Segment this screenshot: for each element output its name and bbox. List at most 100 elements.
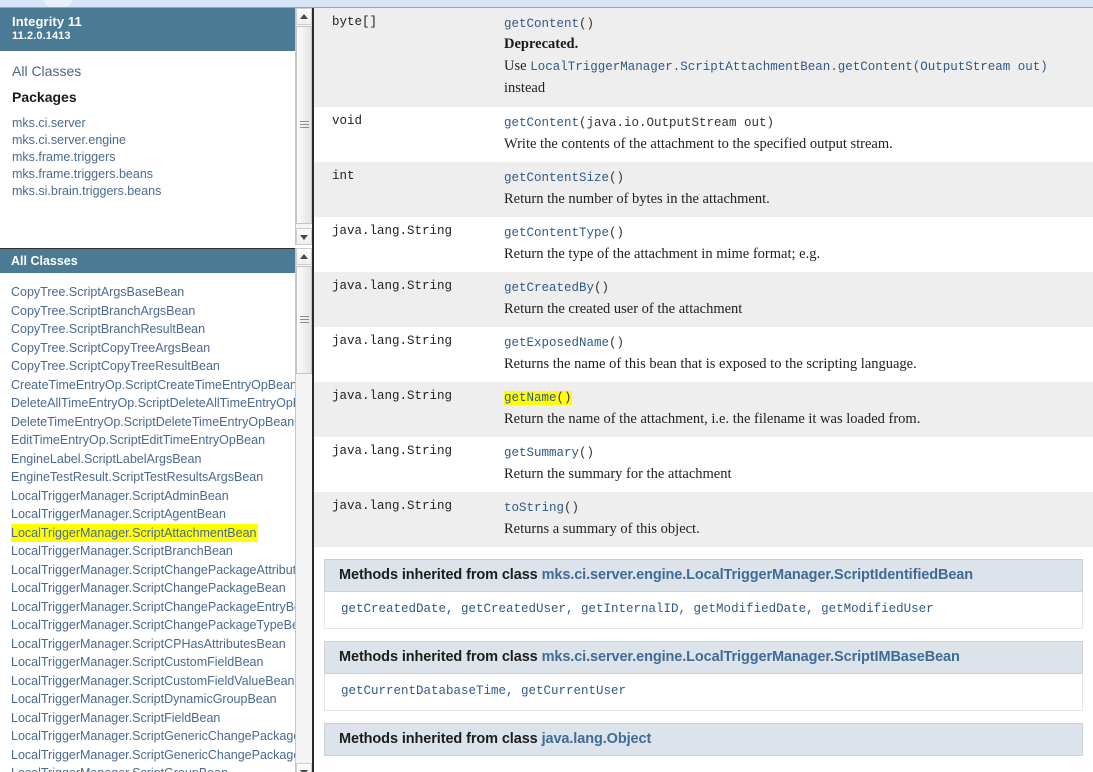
class-link[interactable]: CopyTree.ScriptCopyTreeArgsBean [11, 339, 295, 358]
inherited-header-prefix: Methods inherited from class [339, 567, 542, 583]
class-link[interactable]: LocalTriggerManager.ScriptChangePackageT… [11, 616, 295, 635]
class-link[interactable]: LocalTriggerManager.ScriptCPHasAttribute… [11, 635, 295, 654]
method-signature[interactable]: getContentSize() [504, 169, 1081, 187]
class-link[interactable]: LocalTriggerManager.ScriptGroupBean [11, 764, 295, 772]
class-link[interactable]: CopyTree.ScriptCopyTreeResultBean [11, 357, 295, 376]
method-name-link[interactable]: getSummary [504, 446, 579, 460]
class-link[interactable]: LocalTriggerManager.ScriptChangePackageB… [11, 579, 295, 598]
class-list-item[interactable]: LocalTriggerManager.ScriptChangePackageB… [11, 579, 295, 598]
class-link[interactable]: LocalTriggerManager.ScriptCustomFieldBea… [11, 653, 295, 672]
all-classes-header: All Classes [0, 248, 295, 273]
inherited-class-link[interactable]: mks.ci.server.engine.LocalTriggerManager… [542, 567, 973, 583]
inherited-class-link[interactable]: java.lang.Object [542, 731, 652, 747]
method-signature[interactable]: getCreatedBy() [504, 279, 1081, 297]
inherited-class-link[interactable]: mks.ci.server.engine.LocalTriggerManager… [542, 649, 960, 665]
method-name-link[interactable]: getContentType [504, 226, 609, 240]
packages-scroll-thumb[interactable] [296, 26, 312, 224]
class-list-item[interactable]: LocalTriggerManager.ScriptAttachmentBean [11, 524, 295, 543]
browser-tab-stub[interactable] [44, 0, 72, 7]
package-link[interactable]: mks.ci.server.engine [12, 132, 283, 149]
method-return-type: void [314, 107, 500, 162]
class-link[interactable]: LocalTriggerManager.ScriptGenericChangeP… [11, 727, 295, 746]
class-link[interactable]: CreateTimeEntryOp.ScriptCreateTimeEntryO… [11, 376, 295, 395]
inherited-methods-list[interactable]: getCurrentDatabaseTime, getCurrentUser [324, 674, 1083, 711]
class-link[interactable]: EngineLabel.ScriptLabelArgsBean [11, 450, 295, 469]
class-list-item[interactable]: LocalTriggerManager.ScriptChangePackageA… [11, 561, 295, 580]
inherited-methods-header: Methods inherited from class java.lang.O… [324, 723, 1083, 756]
all-classes-link[interactable]: All Classes [12, 63, 283, 79]
class-link[interactable]: LocalTriggerManager.ScriptGenericChangeP… [11, 746, 295, 765]
class-link[interactable]: CopyTree.ScriptBranchArgsBean [11, 302, 295, 321]
method-detail-cell: getName()Return the name of the attachme… [500, 382, 1093, 437]
class-list-item[interactable]: LocalTriggerManager.ScriptChangePackageE… [11, 598, 295, 617]
method-signature[interactable]: getContent() [504, 15, 1081, 33]
class-list-item[interactable]: EngineLabel.ScriptLabelArgsBean [11, 450, 295, 469]
class-link[interactable]: CopyTree.ScriptBranchResultBean [11, 320, 295, 339]
class-link[interactable]: LocalTriggerManager.ScriptChangePackageE… [11, 598, 295, 617]
method-name-link[interactable]: getCreatedBy [504, 281, 594, 295]
all-classes-scrollbar[interactable] [295, 248, 312, 772]
classes-scroll-thumb[interactable] [296, 266, 312, 374]
class-list-item[interactable]: LocalTriggerManager.ScriptDynamicGroupBe… [11, 690, 295, 709]
method-signature[interactable]: toString() [504, 499, 1081, 517]
packages-scroll-up-button[interactable] [296, 8, 312, 25]
class-list-item[interactable]: CopyTree.ScriptBranchArgsBean [11, 302, 295, 321]
class-link[interactable]: EditTimeEntryOp.ScriptEditTimeEntryOpBea… [11, 431, 295, 450]
class-link[interactable]: DeleteAllTimeEntryOp.ScriptDeleteAllTime… [11, 394, 295, 413]
class-link[interactable]: LocalTriggerManager.ScriptBranchBean [11, 542, 295, 561]
classes-scroll-up-button[interactable] [296, 248, 312, 265]
method-name-link[interactable]: toString [504, 501, 564, 515]
class-list-item[interactable]: EditTimeEntryOp.ScriptEditTimeEntryOpBea… [11, 431, 295, 450]
class-list-item[interactable]: LocalTriggerManager.ScriptGenericChangeP… [11, 746, 295, 765]
inherited-methods-list[interactable]: getCreatedDate, getCreatedUser, getInter… [324, 592, 1083, 629]
class-list-item[interactable]: CopyTree.ScriptBranchResultBean [11, 320, 295, 339]
method-signature[interactable]: getContent(java.io.OutputStream out) [504, 114, 1081, 132]
class-list-item[interactable]: CreateTimeEntryOp.ScriptCreateTimeEntryO… [11, 376, 295, 395]
packages-scrollbar[interactable] [295, 8, 312, 245]
class-list-item[interactable]: CopyTree.ScriptArgsBaseBean [11, 283, 295, 302]
class-list-item[interactable]: LocalTriggerManager.ScriptCPHasAttribute… [11, 635, 295, 654]
class-list-item[interactable]: LocalTriggerManager.ScriptGroupBean [11, 764, 295, 772]
class-list-item[interactable]: LocalTriggerManager.ScriptGenericChangeP… [11, 727, 295, 746]
class-list-item[interactable]: EngineTestResult.ScriptTestResultsArgsBe… [11, 468, 295, 487]
method-signature[interactable]: getSummary() [504, 444, 1081, 462]
class-list-item[interactable]: LocalTriggerManager.ScriptCustomFieldVal… [11, 672, 295, 691]
class-list-item[interactable]: DeleteAllTimeEntryOp.ScriptDeleteAllTime… [11, 394, 295, 413]
class-link[interactable]: LocalTriggerManager.ScriptAgentBean [11, 505, 295, 524]
class-link[interactable]: LocalTriggerManager.ScriptCustomFieldVal… [11, 672, 295, 691]
method-arguments: () [609, 171, 624, 185]
class-link[interactable]: CopyTree.ScriptArgsBaseBean [11, 283, 295, 302]
method-name-link[interactable]: getContent [504, 116, 579, 130]
class-list-item[interactable]: DeleteTimeEntryOp.ScriptDeleteTimeEntryO… [11, 413, 295, 432]
class-link[interactable]: LocalTriggerManager.ScriptFieldBean [11, 709, 295, 728]
packages-scroll-down-button[interactable] [296, 228, 312, 245]
class-list-item[interactable]: LocalTriggerManager.ScriptAdminBean [11, 487, 295, 506]
package-link[interactable]: mks.frame.triggers.beans [12, 166, 283, 183]
class-list-item[interactable]: CopyTree.ScriptCopyTreeArgsBean [11, 339, 295, 358]
method-name-link[interactable]: getContentSize [504, 171, 609, 185]
method-name-link[interactable]: getContent [504, 17, 579, 31]
classes-scroll-down-button[interactable] [296, 763, 312, 772]
method-signature[interactable]: getExposedName() [504, 334, 1081, 352]
method-signature[interactable]: getName() [504, 389, 1081, 407]
method-name-link-highlighted[interactable]: getName [504, 391, 557, 405]
method-signature[interactable]: getContentType() [504, 224, 1081, 242]
package-link[interactable]: mks.ci.server [12, 115, 283, 132]
class-link-highlighted[interactable]: LocalTriggerManager.ScriptAttachmentBean [11, 524, 258, 543]
class-list-item[interactable]: LocalTriggerManager.ScriptChangePackageT… [11, 616, 295, 635]
package-link[interactable]: mks.frame.triggers [12, 149, 283, 166]
class-list-item[interactable]: LocalTriggerManager.ScriptFieldBean [11, 709, 295, 728]
class-list-item[interactable]: LocalTriggerManager.ScriptAgentBean [11, 505, 295, 524]
package-link[interactable]: mks.si.brain.triggers.beans [12, 183, 283, 200]
class-link[interactable]: LocalTriggerManager.ScriptChangePackageA… [11, 561, 295, 580]
class-list-item[interactable]: LocalTriggerManager.ScriptCustomFieldBea… [11, 653, 295, 672]
method-arguments: () [564, 501, 579, 515]
class-link[interactable]: EngineTestResult.ScriptTestResultsArgsBe… [11, 468, 295, 487]
class-list-item[interactable]: CopyTree.ScriptCopyTreeResultBean [11, 357, 295, 376]
method-name-link[interactable]: getExposedName [504, 336, 609, 350]
class-link[interactable]: LocalTriggerManager.ScriptDynamicGroupBe… [11, 690, 295, 709]
deprecation-replacement-link[interactable]: LocalTriggerManager.ScriptAttachmentBean… [530, 60, 1048, 74]
class-list-item[interactable]: LocalTriggerManager.ScriptBranchBean [11, 542, 295, 561]
class-link[interactable]: DeleteTimeEntryOp.ScriptDeleteTimeEntryO… [11, 413, 295, 432]
class-link[interactable]: LocalTriggerManager.ScriptAdminBean [11, 487, 295, 506]
